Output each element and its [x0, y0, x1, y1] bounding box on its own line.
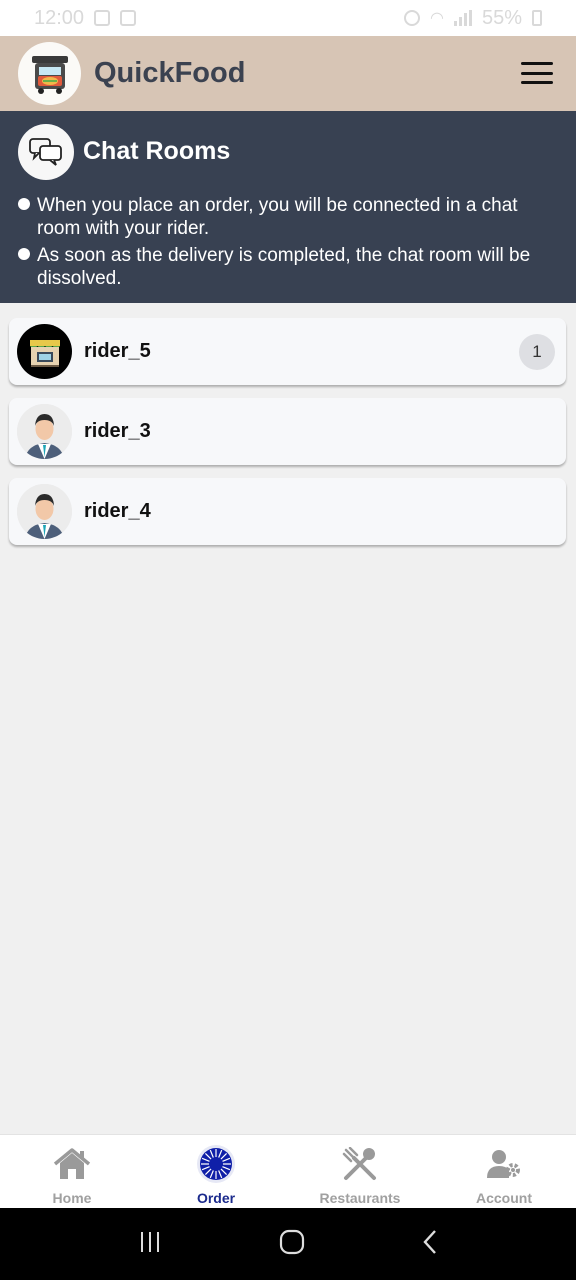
back-icon[interactable]: [422, 1229, 438, 1260]
bottom-navigation: Home Order Restaurants Account: [0, 1134, 576, 1208]
rider-name: rider_3: [84, 420, 151, 442]
app-header: QuickFood: [0, 36, 576, 111]
hamburger-menu-icon[interactable]: [521, 62, 553, 84]
status-right: ◠ 55%: [404, 7, 542, 30]
chat-room-list: rider_5 1 rider_3 rider_4: [9, 318, 566, 558]
account-settings-icon: [486, 1144, 522, 1184]
chat-room-item[interactable]: rider_3: [9, 398, 566, 465]
shop-storefront-avatar: [17, 324, 72, 379]
app-notification-icon: [120, 10, 137, 26]
recent-apps-icon[interactable]: [138, 1230, 162, 1259]
rider-name: rider_5: [84, 340, 151, 362]
chat-room-item[interactable]: rider_4: [9, 478, 566, 545]
battery-icon: [532, 10, 542, 26]
nav-label: Account: [476, 1190, 532, 1206]
home-icon: [53, 1144, 91, 1184]
person-avatar: [17, 484, 72, 539]
gallery-notification-icon: [94, 10, 111, 26]
mute-icon: [404, 10, 420, 26]
bullet-dot-icon: [18, 198, 30, 210]
bullet-text: When you place an order, you will be con…: [37, 195, 518, 239]
bullet-text: As soon as the delivery is completed, th…: [37, 245, 531, 289]
app-title: QuickFood: [94, 57, 246, 89]
order-icon: [196, 1144, 236, 1184]
nav-item-home[interactable]: Home: [0, 1135, 144, 1208]
system-navigation-bar: [0, 1208, 576, 1280]
chat-bubbles-icon: [18, 123, 74, 180]
status-time: 12:00: [34, 6, 85, 29]
fork-spoon-icon: [342, 1144, 378, 1184]
info-bullet: When you place an order, you will be con…: [18, 194, 558, 240]
nav-label: Home: [52, 1190, 92, 1206]
info-bullet: As soon as the delivery is completed, th…: [18, 244, 558, 290]
status-left: 12:00: [34, 6, 137, 30]
home-button-icon[interactable]: [279, 1229, 305, 1260]
nav-label: Order: [196, 1190, 236, 1206]
chat-room-item[interactable]: rider_5 1: [9, 318, 566, 385]
nav-item-restaurants[interactable]: Restaurants: [288, 1135, 432, 1208]
unread-count-badge: 1: [519, 334, 555, 370]
chat-rooms-info-panel: Chat Rooms When you place an order, you …: [0, 111, 576, 303]
bullet-dot-icon: [18, 248, 30, 260]
nav-item-account[interactable]: Account: [432, 1135, 576, 1208]
nav-label: Restaurants: [319, 1190, 401, 1206]
food-truck-logo-icon[interactable]: [18, 42, 81, 105]
info-title: Chat Rooms: [83, 137, 231, 165]
info-bullet-list: When you place an order, you will be con…: [18, 194, 558, 290]
status-bar: 12:00 ◠ 55%: [0, 0, 576, 36]
nav-item-order[interactable]: Order: [144, 1135, 288, 1208]
info-header: Chat Rooms: [18, 123, 558, 180]
rider-name: rider_4: [84, 500, 151, 522]
battery-text: 55%: [481, 6, 522, 29]
person-avatar: [17, 404, 72, 459]
signal-icon: [453, 10, 472, 26]
wifi-icon: ◠: [430, 10, 444, 27]
